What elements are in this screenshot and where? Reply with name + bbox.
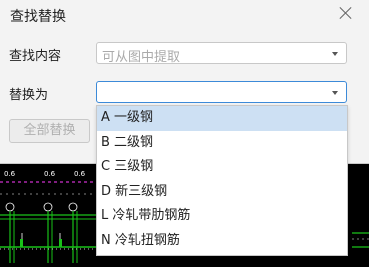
replace-all-button[interactable]: 全部替换 xyxy=(9,119,90,143)
cad-grid-bubble xyxy=(5,202,15,212)
cad-grid-bubble xyxy=(43,202,53,212)
cad-rebar-mark xyxy=(20,239,23,247)
dropdown-option[interactable]: C 三级钢 xyxy=(97,155,347,180)
find-combobox[interactable]: 可从图中提取 xyxy=(96,42,347,65)
chevron-down-icon[interactable] xyxy=(332,91,338,95)
chevron-down-icon[interactable] xyxy=(332,52,338,56)
dialog-title: 查找替换 xyxy=(10,9,66,25)
replace-combobox[interactable] xyxy=(96,81,347,103)
cad-grid-bubble xyxy=(68,202,78,212)
replace-label: 替换为 xyxy=(9,88,49,103)
find-placeholder: 可从图中提取 xyxy=(102,50,181,65)
cad-text: 0.6 xyxy=(74,170,86,178)
cad-rebar-mark xyxy=(59,239,62,247)
dropdown-option[interactable]: N 冷轧扭钢筋 xyxy=(97,229,347,254)
replace-dropdown-list: A 一级钢 B 二级钢 C 三级钢 D 新三级钢 L 冷轧带肋钢筋 N 冷轧扭钢… xyxy=(96,105,348,256)
dropdown-option[interactable]: L 冷轧带肋钢筋 xyxy=(97,204,347,229)
dropdown-option[interactable]: A 一级钢 xyxy=(97,106,347,131)
dropdown-option[interactable]: D 新三级钢 xyxy=(97,180,347,205)
close-icon[interactable] xyxy=(337,4,355,22)
dropdown-option[interactable]: B 二级钢 xyxy=(97,131,347,156)
cad-text: 0.6 xyxy=(44,170,56,178)
find-label: 查找内容 xyxy=(9,49,62,64)
cad-text: 0.6 xyxy=(4,170,16,178)
